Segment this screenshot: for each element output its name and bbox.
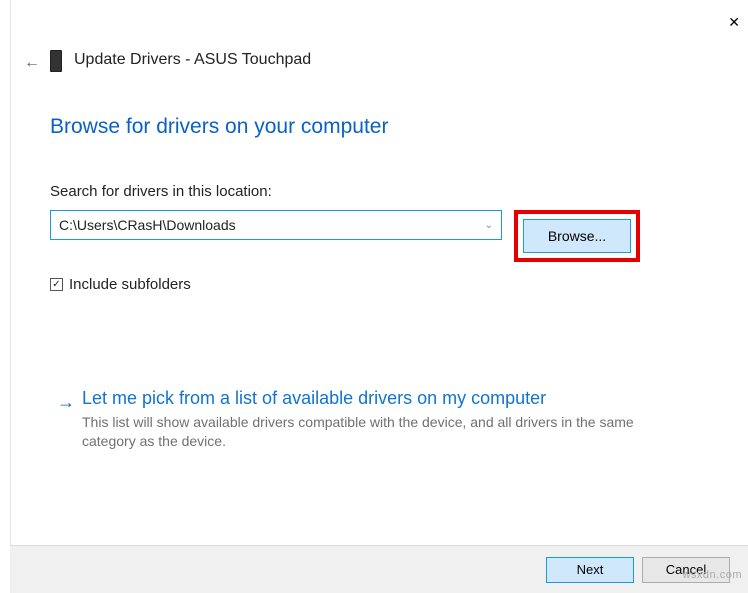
footer-bar: Next Cancel (10, 545, 748, 593)
pick-from-list-option[interactable]: → Let me pick from a list of available d… (54, 388, 688, 451)
location-combobox[interactable]: C:\Users\CRasH\Downloads ⌄ (50, 210, 502, 240)
device-icon (50, 50, 62, 72)
page-heading: Browse for drivers on your computer (50, 115, 698, 139)
browse-highlight-box: Browse... (514, 210, 640, 262)
arrow-right-icon: → (57, 392, 75, 413)
watermark-text: wsxdn.com (682, 569, 742, 581)
window-header: Update Drivers - ASUS Touchpad (50, 48, 311, 72)
browse-button[interactable]: Browse... (523, 219, 631, 253)
back-arrow-icon[interactable]: ← (24, 54, 40, 72)
next-button[interactable]: Next (546, 557, 634, 583)
chevron-down-icon[interactable]: ⌄ (485, 220, 493, 231)
pick-option-title: Let me pick from a list of available dri… (54, 388, 688, 409)
location-path-text: C:\Users\CRasH\Downloads (59, 217, 485, 233)
search-location-label: Search for drivers in this location: (50, 183, 698, 200)
include-subfolders-label: Include subfolders (69, 276, 191, 293)
window-title: Update Drivers - ASUS Touchpad (74, 51, 311, 69)
close-icon[interactable]: ✕ (728, 14, 740, 31)
include-subfolders-checkbox[interactable]: ✓ (50, 278, 63, 291)
pick-option-description: This list will show available drivers co… (54, 413, 688, 451)
